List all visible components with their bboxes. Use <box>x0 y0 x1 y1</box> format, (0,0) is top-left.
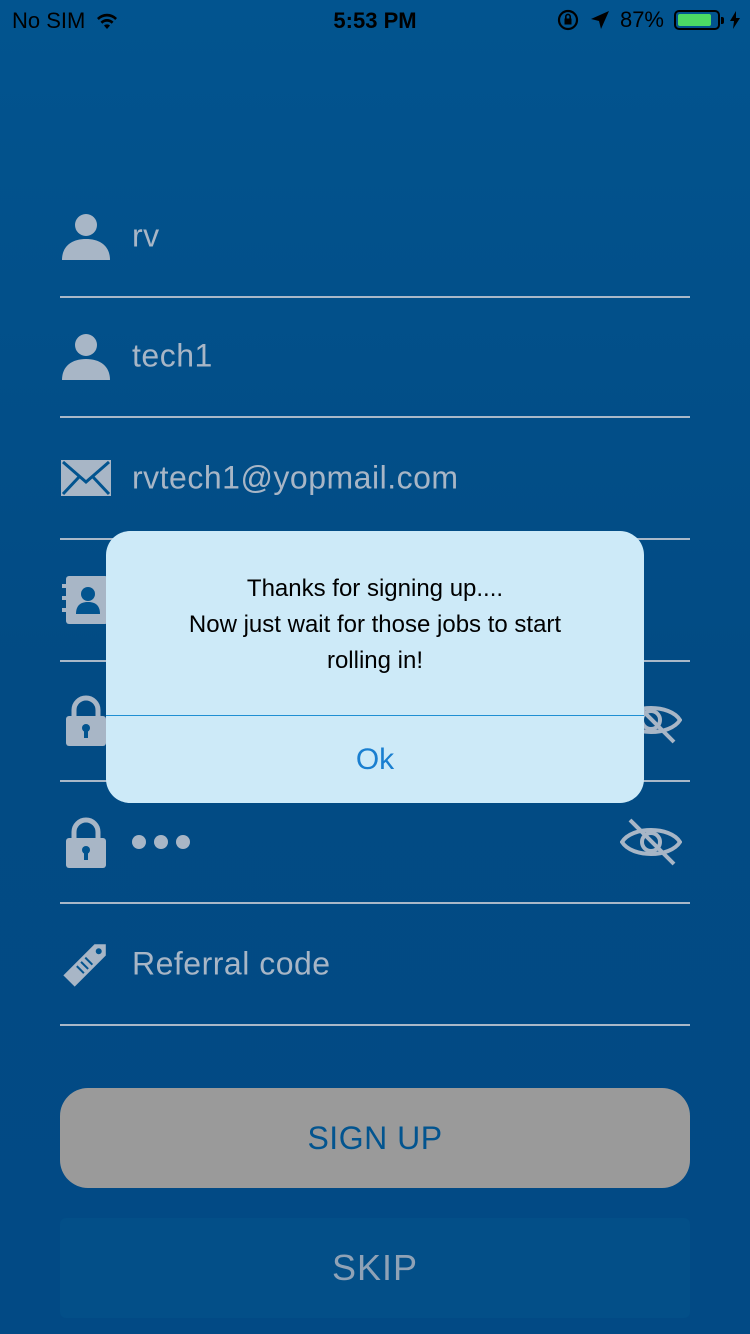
battery-fill <box>678 14 711 26</box>
alert-message: Thanks for signing up.... Now just wait … <box>136 571 614 679</box>
battery-tip <box>721 17 724 24</box>
contact-book-icon <box>62 576 108 624</box>
referral-code-field[interactable]: Referral code <box>60 904 690 1026</box>
mask-dot <box>154 835 168 849</box>
tag-icon <box>63 944 106 987</box>
status-bar: No SIM 5:53 PM 87% <box>0 0 750 40</box>
last-name-value: tech1 <box>132 337 213 374</box>
first-name-field[interactable]: rv <box>60 176 690 298</box>
charging-bolt-icon <box>730 11 740 29</box>
user-icon <box>62 214 110 260</box>
alert-message-line: Now just wait for those jobs to start <box>188 611 562 638</box>
eye-slash-icon[interactable] <box>620 816 682 868</box>
alert-ok-button[interactable]: Ok <box>106 716 644 803</box>
signup-button[interactable]: SIGN UP <box>60 1088 690 1188</box>
lock-icon <box>66 695 106 746</box>
alert-message-line: rolling in! <box>326 647 424 674</box>
skip-button[interactable]: SKIP <box>60 1218 690 1318</box>
first-name-value: rv <box>132 217 160 254</box>
rotation-lock-icon <box>557 9 579 31</box>
email-field[interactable]: rvtech1@yopmail.com <box>60 418 690 540</box>
status-right: 87% <box>556 7 740 33</box>
signup-success-alert: Thanks for signing up.... Now just wait … <box>106 531 644 803</box>
battery-percent: 87% <box>619 7 664 32</box>
referral-code-placeholder: Referral code <box>132 945 331 982</box>
envelope-icon <box>61 460 111 496</box>
last-name-field[interactable]: tech1 <box>60 296 690 418</box>
mask-dot <box>132 835 146 849</box>
alert-message-line: Thanks for signing up.... <box>246 575 504 602</box>
battery-icon <box>674 10 724 30</box>
user-icon <box>62 334 110 380</box>
mask-dot <box>176 835 190 849</box>
password-mask <box>132 835 190 849</box>
location-arrow-icon <box>590 11 609 29</box>
email-value: rvtech1@yopmail.com <box>132 459 459 496</box>
lock-icon <box>66 817 106 868</box>
